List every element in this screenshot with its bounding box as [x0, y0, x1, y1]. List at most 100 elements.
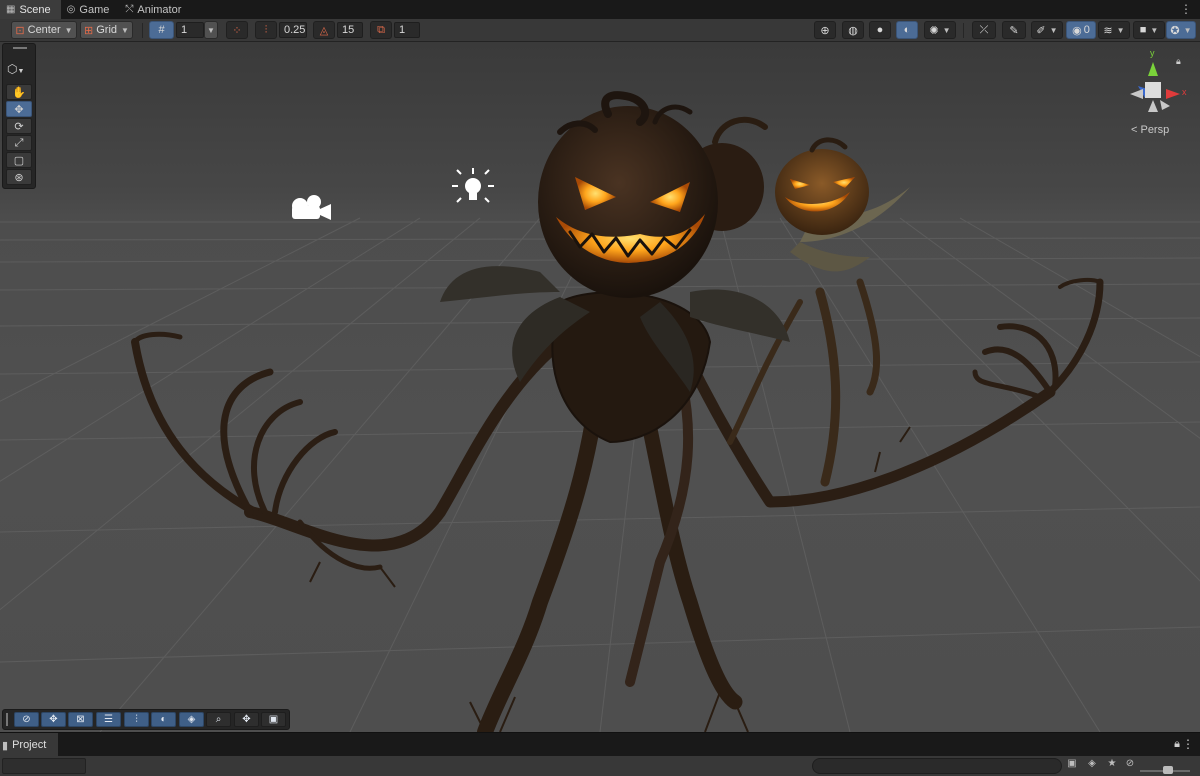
folder-icon: ▮ [2, 739, 9, 752]
light-gizmo [452, 168, 494, 203]
scale-snap-field[interactable]: 1 [394, 22, 420, 38]
compass-icon: ⊘ [22, 714, 31, 725]
tab-game-label: Game [79, 3, 110, 16]
snap-to-grid-button[interactable]: ⁘ [226, 21, 248, 39]
grid-mode-label: Grid [96, 24, 118, 36]
rotate-icon: ⟳ [14, 120, 24, 133]
transform-icon: ⊛ [14, 171, 24, 184]
camera-icon: ■ [1139, 24, 1147, 36]
cube-menu-icon[interactable]: ⬡▼ [7, 62, 24, 76]
scene-toolbar: ⊡ Center ▼ ⊞ Grid ▼ # 1 ▼ ⁘ ⫶ 0.25 ◬ 15 … [0, 19, 1200, 42]
scale-icon: ⤢ [14, 136, 24, 149]
hidden-objects-toggle[interactable]: ◉ 0 [1066, 21, 1096, 39]
effects-toggle-button[interactable]: ✎ [1002, 21, 1026, 39]
projection-label[interactable]: < Persp [1131, 124, 1169, 136]
scale-snap-button[interactable]: ⧉ [370, 21, 392, 39]
filter-label-icon[interactable]: ◈ [1084, 758, 1100, 774]
tab-game[interactable]: ◎ Game [61, 0, 120, 19]
filter-type-icon[interactable]: ▣ [1064, 758, 1080, 774]
layers-dropdown[interactable]: ≋ ▼ [1098, 21, 1130, 39]
pivot-mode-dropdown[interactable]: ⊡ Center ▼ [11, 21, 77, 39]
overlay-orbit-button[interactable]: ⊘ [14, 712, 39, 727]
chevron-down-icon: ▼ [1150, 25, 1159, 35]
overlay-align-button[interactable]: ☰ [96, 712, 121, 727]
overlay-shading-button[interactable]: ◐ [151, 712, 176, 727]
overlay-camera-button[interactable]: ▣ [261, 712, 286, 727]
rect-tool-button[interactable]: ▢ [6, 152, 32, 168]
axis-x-label: x [1182, 87, 1187, 97]
view-tool-button[interactable]: ✋ [6, 84, 32, 100]
layers-icon: ≋ [1103, 24, 1113, 37]
drag-handle-icon[interactable] [6, 713, 8, 726]
drag-handle-icon[interactable] [13, 47, 27, 49]
crosshair-icon: ⊕ [820, 24, 830, 37]
transform-tool-button[interactable]: ⊛ [6, 169, 32, 185]
hidden-packages-icon[interactable]: ⊘ [1122, 758, 1138, 774]
hand-icon: ✋ [12, 86, 26, 99]
search-icon: ⌕ [215, 714, 222, 725]
chevron-down-icon: ▼ [121, 25, 129, 35]
snap-grid-icon: ⁘ [232, 24, 242, 37]
move-tool-button[interactable]: ✥ [6, 101, 32, 117]
more-options-icon[interactable]: ⋮ [1182, 737, 1194, 751]
rotate-snap-icon: ◬ [319, 24, 329, 37]
grid-icon: # [158, 24, 165, 36]
overlay-pan-button[interactable]: ✥ [234, 712, 259, 727]
increment-snap-field[interactable]: 0.25 [279, 22, 307, 38]
chevron-down-icon: ▼ [1116, 25, 1125, 35]
more-options-icon[interactable]: ⋮ [1180, 2, 1192, 16]
brush-icon: ✐ [1036, 24, 1046, 37]
half-sphere-icon: ◐ [160, 714, 167, 725]
tab-scene-label: Scene [19, 3, 51, 16]
grid-mode-dropdown[interactable]: ⊞ Grid ▼ [80, 21, 133, 39]
divider [142, 23, 143, 38]
scale-tool-button[interactable]: ⤢ [6, 135, 32, 151]
gamepad-icon: ◎ [66, 4, 76, 15]
shading-lit-button[interactable]: ◐ [896, 21, 918, 39]
shading-wireframe-button[interactable]: ◍ [842, 21, 864, 39]
shading-shaded-button[interactable]: ● [869, 21, 891, 39]
gizmos-dropdown[interactable]: ✪ ▼ [1166, 21, 1196, 39]
overlay-terrain-button[interactable]: ◈ [179, 712, 204, 727]
tab-project-label: Project [12, 739, 47, 751]
project-search-input[interactable] [812, 758, 1062, 774]
grid-size-dropdown[interactable]: ▼ [204, 21, 218, 39]
lighting-toggle-dropdown[interactable]: ✺ ▼ [924, 21, 956, 39]
globe-icon: ✪ [1170, 24, 1180, 37]
rotate-snap-field[interactable]: 15 [337, 22, 363, 38]
grid-size-field[interactable]: 1 [176, 22, 204, 38]
favorite-icon[interactable]: ★ [1104, 758, 1120, 774]
scene-viewport[interactable]: y x [0, 42, 1200, 732]
scene-camera-dropdown[interactable]: ■ ▼ [1133, 21, 1165, 39]
chevron-down-icon: ▼ [1049, 25, 1058, 35]
tab-animator[interactable]: ⤲ Animator [119, 0, 191, 19]
pivot-mode-label: Center [27, 24, 61, 36]
overlay-snap-button[interactable]: ⫶ [124, 712, 149, 727]
rect-icon: ▢ [13, 154, 25, 167]
sun-icon: ✺ [929, 24, 939, 37]
overlay-transform-button[interactable]: ⊠ [68, 712, 93, 727]
axis-y-label: y [1150, 48, 1155, 58]
gizmo-toggle-button[interactable]: ⊕ [814, 21, 836, 39]
rotate-tool-button[interactable]: ⟳ [6, 118, 32, 134]
tab-scene[interactable]: ▦ Scene [0, 0, 61, 19]
half-sphere-icon: ◐ [903, 24, 911, 36]
move-icon: ✥ [14, 103, 24, 116]
animator-icon: ⤲ [125, 4, 134, 15]
project-panel-header: ▮ Project 🔒︎ ⋮ [0, 732, 1200, 757]
tools-palette: ⬡▼ ✋ ✥ ⟳ ⤢ ▢ ⊛ [2, 43, 36, 189]
scene-effects-dropdown[interactable]: ✐ ▼ [1031, 21, 1063, 39]
overlay-zoom-button[interactable]: ⌕ [206, 712, 231, 727]
lock-icon[interactable]: 🔒︎ [1176, 56, 1181, 67]
audio-toggle-button[interactable]: ⤫ [972, 21, 996, 39]
tab-project[interactable]: ▮ Project [0, 733, 59, 757]
transform-icon: ⊠ [76, 714, 85, 725]
increment-snap-button[interactable]: ⫶ [255, 21, 277, 39]
grid-visibility-toggle[interactable]: # [149, 21, 174, 39]
move-icon: ✥ [49, 714, 58, 725]
create-asset-dropdown[interactable] [2, 758, 86, 774]
rotate-snap-button[interactable]: ◬ [313, 21, 335, 39]
overlay-move-button[interactable]: ✥ [41, 712, 66, 727]
lock-icon[interactable]: 🔒︎ [1174, 738, 1180, 751]
icon-size-slider-thumb[interactable] [1163, 766, 1173, 774]
